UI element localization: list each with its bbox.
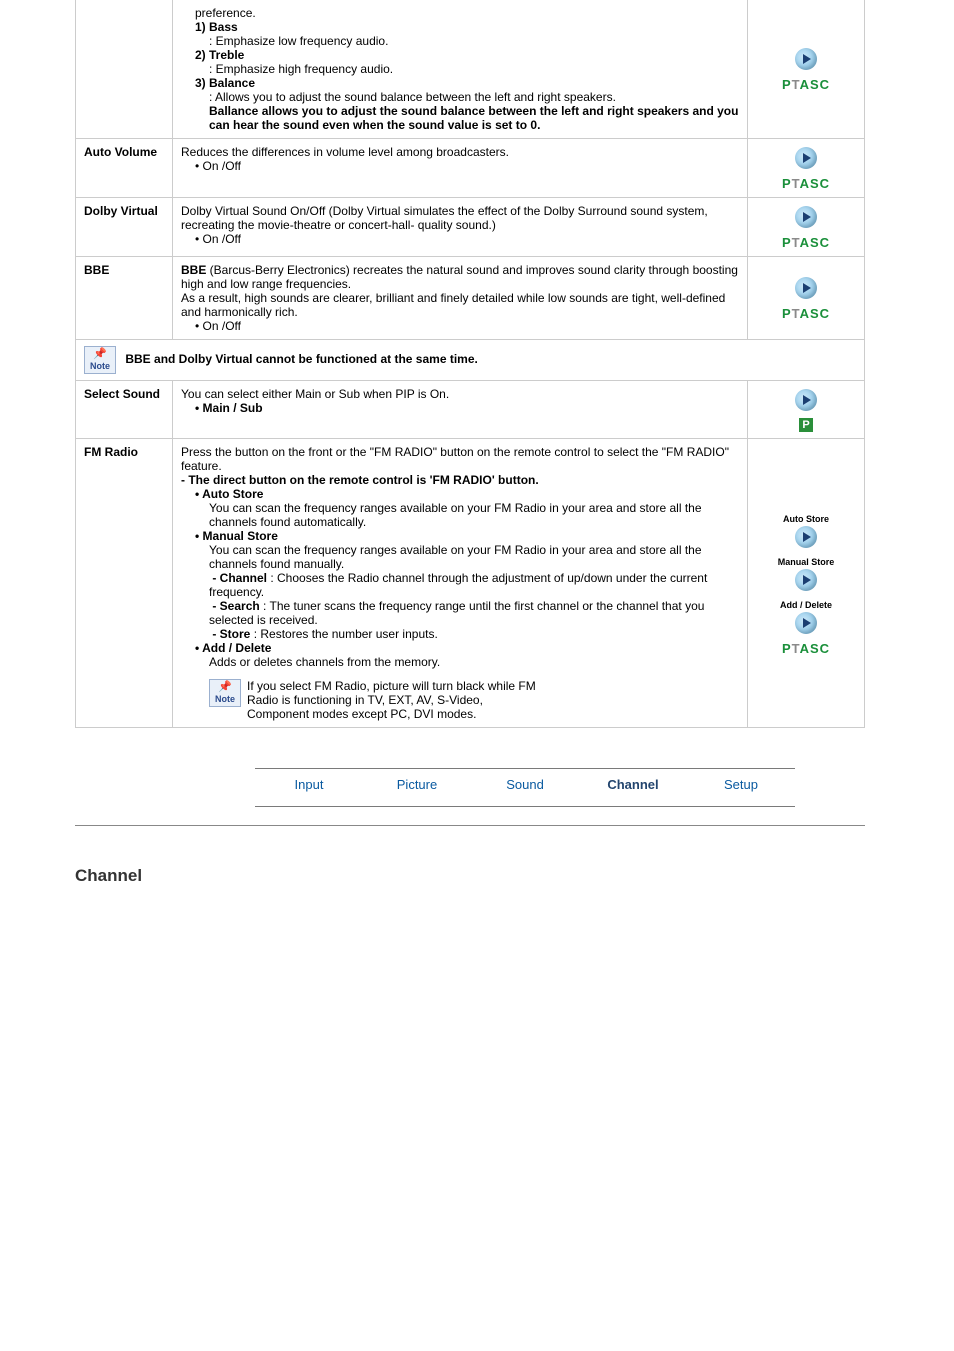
section-rule	[75, 825, 865, 826]
section-title-channel: Channel	[75, 866, 865, 886]
fm-channel-line: - Channel : Chooses the Radio channel th…	[209, 571, 739, 599]
fm-radio-icons: Auto Store Manual Store Add / Delete PTA…	[748, 439, 865, 728]
ptasc-badge: PTASC	[782, 641, 830, 656]
play-icon	[795, 147, 817, 169]
auto-volume-desc: Reduces the differences in volume level …	[173, 139, 748, 198]
bass-desc: : Emphasize low frequency audio.	[209, 34, 739, 48]
ptasc-badge: PTASC	[782, 306, 830, 321]
fm-adddelete-text: Adds or deletes channels from the memory…	[209, 655, 739, 669]
select-sound-bullet: • Main / Sub	[195, 401, 739, 415]
p-badge: P	[799, 418, 813, 432]
bbe-desc: BBE (Barcus-Berry Electronics) recreates…	[173, 257, 748, 340]
auto-volume-icons: PTASC	[748, 139, 865, 198]
dolby-label: Dolby Virtual	[76, 198, 173, 257]
icon-label-manualstore: Manual Store	[756, 557, 856, 567]
tab-channel[interactable]: Channel	[579, 777, 687, 792]
fm-search-bold: - Search	[212, 599, 259, 613]
fm-autostore-text: You can scan the frequency ranges availa…	[209, 501, 739, 529]
balance-title: 3) Balance	[195, 76, 739, 90]
note-icon: 📌Note	[84, 346, 116, 374]
balance-desc: : Allows you to adjust the sound balance…	[209, 90, 739, 104]
tab-picture[interactable]: Picture	[363, 777, 471, 792]
auto-volume-label: Auto Volume	[76, 139, 173, 198]
bbe-text1: (Barcus-Berry Electronics) recreates the…	[181, 263, 738, 291]
icon-label-adddelete: Add / Delete	[756, 600, 856, 610]
fm-channel-text: : Chooses the Radio channel through the …	[209, 571, 707, 599]
row-note-bbe-dolby: 📌Note BBE and Dolby Virtual cannot be fu…	[76, 340, 865, 381]
fm-store-line: - Store : Restores the number user input…	[209, 627, 739, 641]
ptasc-badge: PTASC	[782, 235, 830, 250]
fm-search-line: - Search : The tuner scans the frequency…	[209, 599, 739, 627]
treble-title: 2) Treble	[195, 48, 739, 62]
note-bbe-dolby-cell: 📌Note BBE and Dolby Virtual cannot be fu…	[76, 340, 865, 381]
tab-input[interactable]: Input	[255, 777, 363, 792]
fm-adddelete-title: • Add / Delete	[195, 641, 739, 655]
play-icon	[795, 206, 817, 228]
fm-manualstore-text-wrap: You can scan the frequency ranges availa…	[209, 543, 739, 571]
settings-table: preference. 1) Bass : Emphasize low freq…	[75, 0, 865, 728]
auto-volume-text: Reduces the differences in volume level …	[181, 145, 509, 159]
dolby-text: Dolby Virtual Sound On/Off (Dolby Virtua…	[181, 204, 708, 232]
icon-label-autostore: Auto Store	[756, 514, 856, 524]
play-icon	[795, 48, 817, 70]
nav-tabs: Input Picture Sound Channel Setup	[255, 769, 795, 806]
fm-note-text: If you select FM Radio, picture will tur…	[247, 679, 547, 721]
ptasc-badge: PTASC	[782, 77, 830, 92]
bbe-bold-lead: BBE	[181, 263, 206, 277]
auto-volume-bullet: • On /Off	[195, 159, 739, 173]
select-sound-label: Select Sound	[76, 381, 173, 439]
play-icon	[795, 569, 817, 591]
row-label-blank	[76, 0, 173, 139]
ptasc-badge: PTASC	[782, 176, 830, 191]
row-auto-volume: Auto Volume Reduces the differences in v…	[76, 139, 865, 198]
nav-bottom-rule	[255, 806, 795, 807]
fm-store-text: : Restores the number user inputs.	[250, 627, 437, 641]
play-icon	[795, 612, 817, 634]
row-fm-radio: FM Radio Press the button on the front o…	[76, 439, 865, 728]
play-icon	[795, 389, 817, 411]
top-fragment-icons: PTASC	[748, 0, 865, 139]
fm-intro: Press the button on the front or the "FM…	[181, 445, 739, 473]
fm-intro-bold: - The direct button on the remote contro…	[181, 473, 739, 487]
bbe-bullet: • On /Off	[195, 319, 739, 333]
bass-title: 1) Bass	[195, 20, 739, 34]
fm-search-text: : The tuner scans the frequency range un…	[209, 599, 704, 627]
dolby-bullet: • On /Off	[195, 232, 739, 246]
nav-bar: Input Picture Sound Channel Setup	[255, 768, 795, 807]
select-sound-text: You can select either Main or Sub when P…	[181, 387, 449, 401]
note-icon: 📌Note	[209, 679, 241, 707]
balance-note: Ballance allows you to adjust the sound …	[209, 104, 739, 132]
top-fragment: preference. 1) Bass : Emphasize low freq…	[173, 0, 748, 139]
row-select-sound: Select Sound You can select either Main …	[76, 381, 865, 439]
row-bbe: BBE BBE (Barcus-Berry Electronics) recre…	[76, 257, 865, 340]
tab-sound[interactable]: Sound	[471, 777, 579, 792]
play-icon	[795, 277, 817, 299]
fm-manualstore-text: You can scan the frequency ranges availa…	[209, 543, 702, 571]
row-dolby-virtual: Dolby Virtual Dolby Virtual Sound On/Off…	[76, 198, 865, 257]
bbe-text2: As a result, high sounds are clearer, br…	[181, 291, 739, 319]
fm-channel-bold: - Channel	[212, 571, 267, 585]
bbe-icons: PTASC	[748, 257, 865, 340]
play-icon	[795, 526, 817, 548]
tab-setup[interactable]: Setup	[687, 777, 795, 792]
fm-note: 📌Note If you select FM Radio, picture wi…	[209, 679, 739, 721]
fm-radio-label: FM Radio	[76, 439, 173, 728]
fm-radio-desc: Press the button on the front or the "FM…	[173, 439, 748, 728]
dolby-desc: Dolby Virtual Sound On/Off (Dolby Virtua…	[173, 198, 748, 257]
note-bbe-dolby-text: BBE and Dolby Virtual cannot be function…	[125, 352, 478, 366]
treble-desc: : Emphasize high frequency audio.	[209, 62, 739, 76]
fm-store-bold: - Store	[212, 627, 250, 641]
preference-text: preference.	[195, 6, 739, 20]
dolby-icons: PTASC	[748, 198, 865, 257]
fm-manualstore-title: • Manual Store	[195, 529, 739, 543]
select-sound-icons: P	[748, 381, 865, 439]
fm-autostore-title: • Auto Store	[195, 487, 739, 501]
bbe-label: BBE	[76, 257, 173, 340]
select-sound-desc: You can select either Main or Sub when P…	[173, 381, 748, 439]
